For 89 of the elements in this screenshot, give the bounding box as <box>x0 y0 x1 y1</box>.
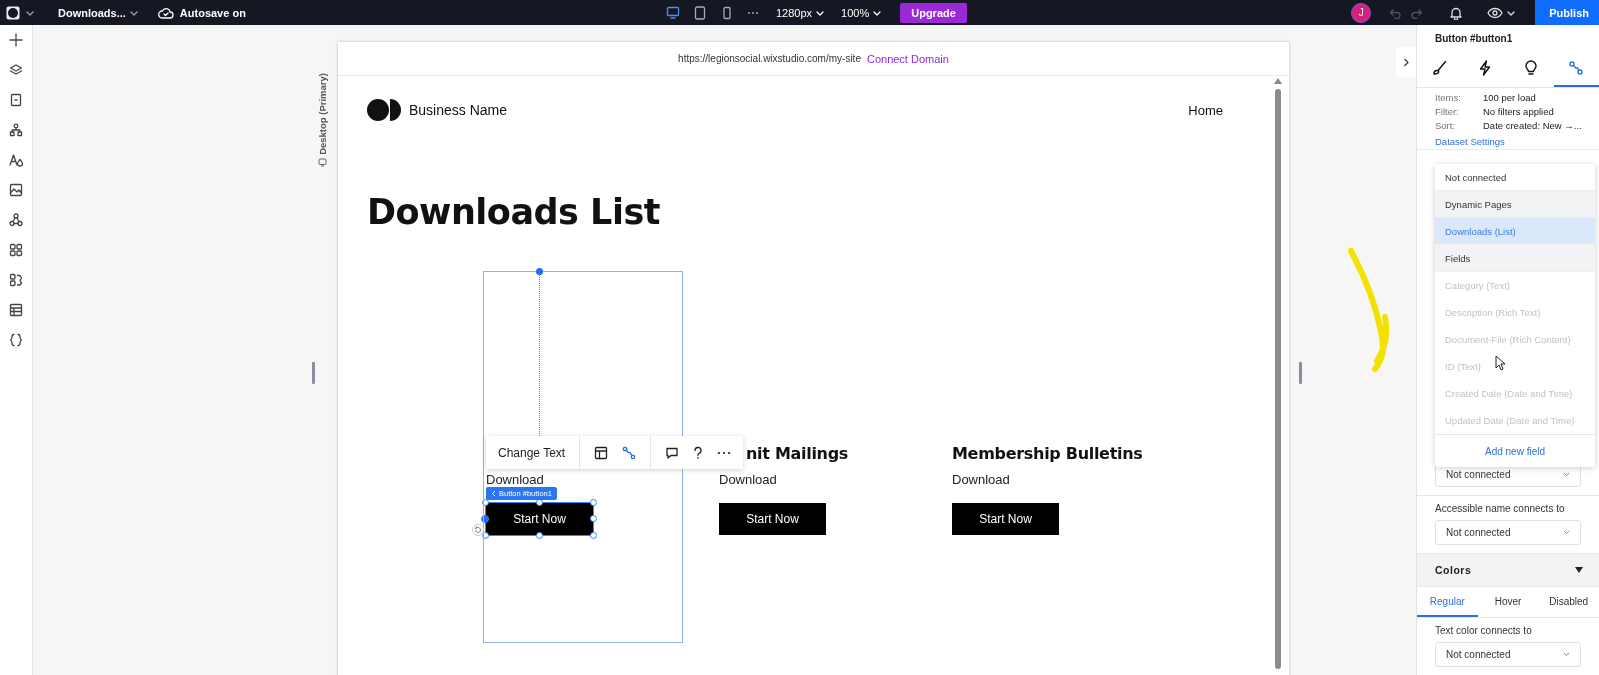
drag-handle[interactable] <box>536 268 543 275</box>
logo-icon[interactable] <box>6 5 20 20</box>
resize-handle[interactable] <box>481 515 489 523</box>
caret-icon <box>1563 652 1570 657</box>
download-label: Download <box>719 472 778 487</box>
resize-handle[interactable] <box>590 515 597 522</box>
preview-menu[interactable] <box>1487 6 1516 19</box>
start-now-button[interactable]: Start Now <box>719 503 826 535</box>
image-icon[interactable] <box>9 183 23 197</box>
desktop-icon[interactable] <box>666 5 680 20</box>
connect-dropdown[interactable]: Not connected <box>1435 520 1581 546</box>
eye-icon <box>1487 6 1504 19</box>
connect-dropdown[interactable]: Not connected <box>1435 642 1581 667</box>
dropdown-group-header: Dynamic Pages <box>1435 191 1595 218</box>
tablet-icon[interactable] <box>693 5 707 20</box>
field-value: Date created: New →... <box>1483 118 1582 133</box>
table-icon[interactable] <box>9 303 23 317</box>
business-apps-icon[interactable] <box>9 273 23 287</box>
resize-handle[interactable] <box>312 362 315 384</box>
colors-section-header[interactable]: Colors <box>1417 554 1599 588</box>
chevron-left-icon <box>491 490 496 497</box>
logo-icon <box>367 99 401 121</box>
item-title: nit Mailings <box>746 444 849 465</box>
page-title: Downloads List <box>367 191 661 234</box>
item-title: Membership Bulletins <box>952 444 1143 465</box>
collapse-panel-button[interactable] <box>1396 47 1416 77</box>
code-icon[interactable] <box>9 333 23 347</box>
lightbulb-icon <box>1522 59 1539 76</box>
scrollbar[interactable] <box>1275 89 1281 669</box>
layers-icon[interactable] <box>9 63 23 77</box>
caret-icon <box>1563 530 1570 536</box>
field-label: Sort: <box>1435 118 1457 133</box>
layout-icon[interactable] <box>594 445 609 460</box>
scroll-up-icon[interactable] <box>1274 78 1282 84</box>
cloud-icon <box>157 6 174 19</box>
connect-data-icon[interactable] <box>622 445 637 460</box>
start-now-button[interactable]: Start Now <box>486 503 593 535</box>
dropdown-group-header: Fields <box>1435 245 1595 272</box>
site-name-menu[interactable]: Downloads... <box>58 6 138 19</box>
user-avatar[interactable]: J <box>1351 2 1372 23</box>
field-label: Accessible name connects to <box>1435 503 1566 515</box>
business-name: Business Name <box>409 102 508 118</box>
field-value: No filters applied <box>1483 104 1554 119</box>
more-icon[interactable] <box>747 10 759 15</box>
field-label: Text color connects to <box>1435 625 1533 636</box>
state-tab[interactable]: Hover <box>1477 587 1539 617</box>
state-tab[interactable]: Regular <box>1417 587 1478 617</box>
bell-icon[interactable] <box>1449 5 1464 20</box>
help-icon[interactable] <box>693 445 704 460</box>
connect-domain-link[interactable]: Connect Domain <box>866 52 949 65</box>
publish-button[interactable]: Publish <box>1535 0 1599 25</box>
start-now-button[interactable]: Start Now <box>952 503 1059 535</box>
field-label: Filter: <box>1435 104 1460 119</box>
triangle-down-icon <box>1575 567 1583 574</box>
viewport-label: Desktop (Primary) <box>317 73 328 155</box>
field-value: 100 per load <box>1483 90 1536 105</box>
upgrade-button[interactable]: Upgrade <box>900 2 967 23</box>
connect-data-icon <box>1568 59 1585 76</box>
page-icon[interactable] <box>9 93 23 107</box>
zoom-menu[interactable]: 100% <box>841 6 882 19</box>
nodes-icon[interactable] <box>9 213 23 227</box>
field-label: Items: <box>1435 90 1462 105</box>
more-icon[interactable] <box>717 450 732 455</box>
add-new-field-link[interactable]: Add new field <box>1484 445 1545 457</box>
panel-title: Button #button1 <box>1434 32 1514 46</box>
nav-link[interactable]: Home <box>1188 103 1223 118</box>
resize-handle[interactable] <box>536 532 543 539</box>
chevron-right-icon <box>1403 57 1409 67</box>
apps-icon[interactable] <box>9 243 23 257</box>
autosave-status: Autosave on <box>179 6 246 19</box>
comment-icon[interactable] <box>665 445 680 460</box>
add-icon[interactable] <box>9 33 23 47</box>
resize-handle[interactable] <box>590 499 597 506</box>
download-label: Download <box>952 472 1011 487</box>
change-text-button[interactable]: Change Text <box>498 445 566 460</box>
width-menu[interactable]: 1280px <box>776 6 825 19</box>
mobile-icon[interactable] <box>720 5 734 20</box>
download-label: Download <box>486 472 545 487</box>
desktop-icon <box>318 157 327 167</box>
site-url: https://legionsocial.wixstudio.com/my-site <box>678 53 861 64</box>
typography-icon[interactable] <box>9 153 23 167</box>
resize-handle[interactable] <box>1299 362 1302 384</box>
resize-handle[interactable] <box>590 532 597 539</box>
mouse-cursor-icon <box>1495 355 1506 371</box>
dataset-settings-link[interactable]: Dataset Settings <box>1435 135 1599 147</box>
state-tab[interactable]: Disabled <box>1538 587 1599 617</box>
sitemap-icon[interactable] <box>9 123 23 137</box>
brush-icon <box>1431 59 1448 76</box>
caret-icon <box>1563 472 1570 478</box>
